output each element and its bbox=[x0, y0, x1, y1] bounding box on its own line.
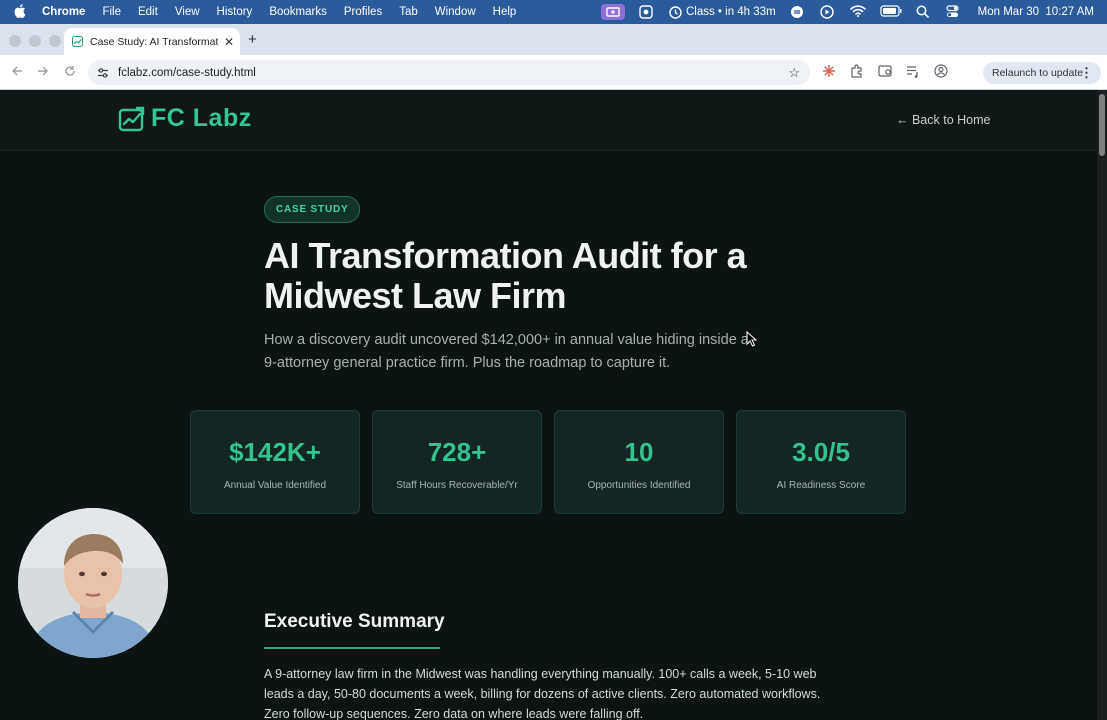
stat-value: 3.0/5 bbox=[792, 437, 850, 467]
relaunch-to-update-button[interactable]: Relaunch to update ⋮ bbox=[983, 62, 1101, 84]
menu-edit[interactable]: Edit bbox=[138, 6, 158, 18]
address-bar[interactable]: fclabz.com/case-study.html ☆ bbox=[88, 60, 810, 85]
class-status-text: Class • in 4h 33m bbox=[685, 6, 776, 18]
minimize-window-button[interactable] bbox=[29, 35, 41, 47]
site-logo[interactable]: FC Labz bbox=[118, 104, 252, 133]
browser-toolbar: fclabz.com/case-study.html ☆ Relaunch to… bbox=[0, 55, 1107, 90]
calendar-clock-icon bbox=[669, 5, 682, 19]
class-status[interactable]: Class • in 4h 33m bbox=[669, 5, 776, 19]
stat-card-annual-value: $142K+ Annual Value Identified bbox=[190, 410, 360, 514]
stat-label: Opportunities Identified bbox=[587, 480, 691, 491]
app-status-icon[interactable] bbox=[639, 5, 655, 19]
menu-help[interactable]: Help bbox=[493, 6, 517, 18]
forward-arrow-icon[interactable] bbox=[37, 65, 51, 79]
play-icon[interactable] bbox=[819, 5, 836, 19]
apple-menu-icon[interactable] bbox=[14, 3, 28, 21]
stat-value: $142K+ bbox=[229, 437, 321, 467]
logo-text: FC Labz bbox=[151, 104, 252, 132]
browser-tab-strip: Case Study: AI Transformation ✕ + bbox=[0, 24, 1107, 55]
tab-favicon-icon bbox=[72, 36, 83, 47]
extensions-puzzle-icon[interactable] bbox=[850, 64, 864, 78]
presenter-video-image bbox=[18, 508, 168, 658]
battery-icon[interactable] bbox=[880, 5, 902, 19]
site-info-icon[interactable] bbox=[97, 67, 109, 79]
reload-icon[interactable] bbox=[64, 65, 78, 79]
page-title: AI Transformation Audit for a Midwest La… bbox=[264, 235, 747, 316]
relaunch-label: Relaunch to update bbox=[992, 67, 1084, 79]
screen-share-icon[interactable] bbox=[600, 4, 625, 20]
stat-label: Annual Value Identified bbox=[223, 480, 327, 491]
back-to-home-link[interactable]: ← Back to Home bbox=[896, 113, 990, 127]
extension-burst-icon[interactable] bbox=[822, 64, 836, 78]
stat-label: AI Readiness Score bbox=[776, 480, 866, 491]
stats-row: $142K+ Annual Value Identified 728+ Staf… bbox=[190, 410, 906, 514]
stat-value: 728+ bbox=[427, 437, 487, 467]
tab-close-icon[interactable]: ✕ bbox=[224, 35, 234, 49]
search-icon[interactable] bbox=[916, 5, 932, 19]
logo-chart-icon bbox=[118, 106, 145, 131]
menu-view[interactable]: View bbox=[175, 6, 200, 18]
macos-menu-bar: Chrome File Edit View History Bookmarks … bbox=[0, 0, 1107, 24]
scrollbar-thumb[interactable] bbox=[1099, 94, 1105, 156]
web-page: FC Labz ← Back to Home CASE STUDY AI Tra… bbox=[0, 90, 1097, 720]
stat-card-opportunities: 10 Opportunities Identified bbox=[554, 410, 724, 514]
menu-profiles[interactable]: Profiles bbox=[344, 6, 382, 18]
stat-card-staff-hours: 728+ Staff Hours Recoverable/Yr bbox=[372, 410, 542, 514]
profile-avatar-icon[interactable] bbox=[934, 64, 948, 78]
menu-file[interactable]: File bbox=[102, 6, 121, 18]
mouse-cursor-icon bbox=[746, 331, 758, 347]
close-window-button[interactable] bbox=[9, 35, 21, 47]
tab-title: Case Study: AI Transformation bbox=[90, 35, 218, 48]
zoom-window-button[interactable] bbox=[49, 35, 61, 47]
chrome-menu-icon[interactable]: ⋮ bbox=[1080, 65, 1093, 81]
stat-card-ai-readiness: 3.0/5 AI Readiness Score bbox=[736, 410, 906, 514]
section-underline bbox=[264, 647, 440, 649]
menu-tab[interactable]: Tab bbox=[399, 6, 418, 18]
control-center-icon[interactable] bbox=[946, 5, 964, 19]
bookmark-star-icon[interactable]: ☆ bbox=[788, 65, 800, 81]
back-arrow-icon[interactable] bbox=[11, 65, 25, 79]
menu-window[interactable]: Window bbox=[435, 6, 476, 18]
control-icon[interactable] bbox=[790, 5, 806, 19]
menu-clock[interactable]: Mon Mar 30 10:27 AM bbox=[978, 6, 1094, 18]
case-study-badge: CASE STUDY bbox=[264, 196, 361, 223]
executive-summary-body: A 9-attorney law firm in the Midwest was… bbox=[264, 667, 821, 720]
site-header: FC Labz ← Back to Home bbox=[0, 90, 1097, 151]
browser-tab-active[interactable]: Case Study: AI Transformation ✕ bbox=[64, 28, 240, 55]
wifi-icon[interactable] bbox=[849, 5, 866, 19]
menu-bookmarks[interactable]: Bookmarks bbox=[269, 6, 327, 18]
url-text: fclabz.com/case-study.html bbox=[118, 66, 256, 79]
tab-search-icon[interactable] bbox=[878, 64, 892, 78]
page-subtitle: How a discovery audit uncovered $142,000… bbox=[264, 332, 749, 371]
webcam-overlay bbox=[18, 508, 168, 658]
executive-summary-heading: Executive Summary bbox=[264, 611, 445, 632]
media-controls-icon[interactable] bbox=[906, 64, 920, 78]
menu-app-name[interactable]: Chrome bbox=[42, 6, 85, 18]
new-tab-icon[interactable]: + bbox=[248, 31, 257, 48]
window-controls bbox=[9, 35, 61, 47]
stat-value: 10 bbox=[624, 437, 654, 467]
stat-label: Staff Hours Recoverable/Yr bbox=[396, 480, 518, 491]
page-scrollbar[interactable] bbox=[1097, 90, 1107, 720]
menu-history[interactable]: History bbox=[217, 6, 253, 18]
